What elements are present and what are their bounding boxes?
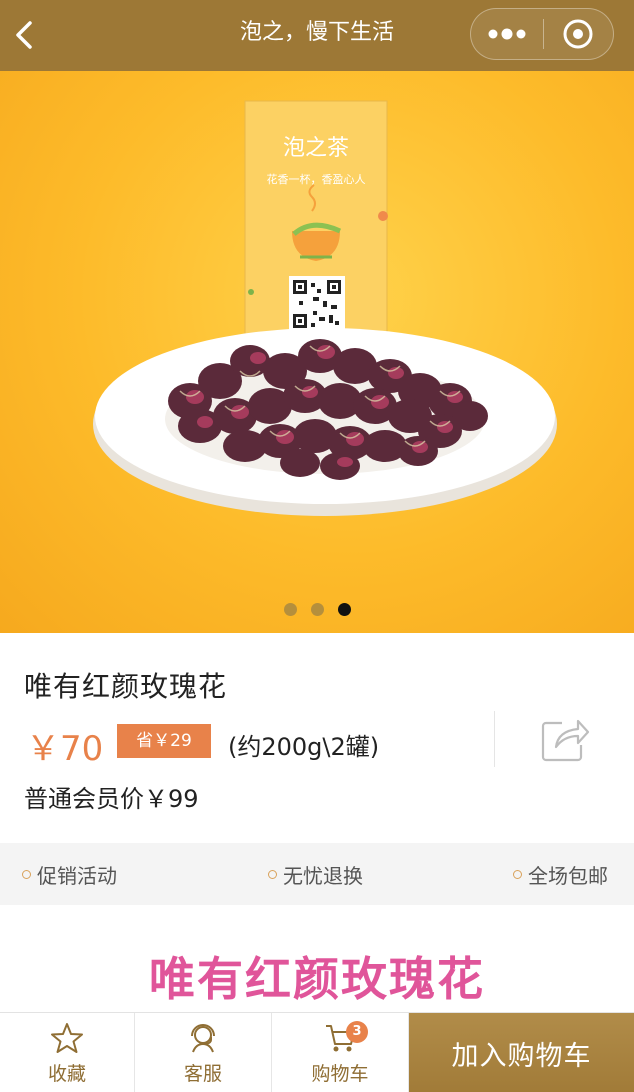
- service-return: 无忧退换: [268, 843, 363, 905]
- detail-title: 唯有红颜玫瑰花: [149, 952, 485, 1006]
- cart-button[interactable]: 3 购物车: [272, 1013, 409, 1092]
- divider: [494, 711, 495, 767]
- service-strip: 促销活动 无忧退换 全场包邮: [0, 843, 634, 905]
- carousel-dot[interactable]: [283, 603, 297, 616]
- product-image-carousel[interactable]: 泡之茶 花香一杯，香盈心人: [0, 71, 634, 633]
- service-label: 促销活动: [37, 863, 117, 888]
- service-shipping: 全场包邮: [513, 843, 608, 905]
- product-price: ￥70: [26, 729, 104, 769]
- nav-bar: 泡之，慢下生活: [0, 0, 634, 71]
- member-price: 普通会员价￥99: [24, 785, 199, 813]
- product-spec: (约200g\2罐): [228, 733, 380, 761]
- carousel-dots: [0, 603, 634, 617]
- cart-count-badge: 3: [346, 1021, 368, 1043]
- product-info: 唯有红颜玫瑰花 ￥70 省￥29 (约200g\2罐) 普通会员价￥99: [0, 633, 634, 843]
- star-icon: [51, 1022, 83, 1053]
- favorite-button[interactable]: 收藏: [0, 1013, 135, 1092]
- package-slogan: 花香一杯，香盈心人: [267, 172, 366, 186]
- more-dots-icon: [488, 28, 526, 40]
- bullet-icon: [268, 869, 277, 879]
- customer-service-icon: [191, 1023, 215, 1052]
- service-label: 全场包邮: [528, 863, 608, 888]
- close-button[interactable]: [544, 9, 614, 59]
- carousel-dot[interactable]: [310, 603, 324, 616]
- service-promo: 促销活动: [22, 843, 117, 905]
- add-to-cart-button[interactable]: 加入购物车: [409, 1013, 634, 1092]
- bullet-icon: [513, 869, 522, 879]
- bottom-action-bar: 收藏 客服 3 购物车 加入购物车: [0, 1012, 634, 1092]
- product-name: 唯有红颜玫瑰花: [24, 670, 228, 703]
- favorite-label: 收藏: [47, 1062, 86, 1085]
- share-button[interactable]: [540, 715, 590, 763]
- carousel-dot-active[interactable]: [337, 603, 351, 616]
- save-badge: 省￥29: [117, 724, 211, 758]
- customer-service-button[interactable]: 客服: [135, 1013, 272, 1092]
- package-brand: 泡之茶: [283, 136, 349, 161]
- bullet-icon: [22, 869, 31, 879]
- cart-label: 购物车: [311, 1062, 369, 1085]
- service-label: 无忧退换: [283, 863, 363, 888]
- target-close-icon: [563, 19, 593, 49]
- service-label: 客服: [183, 1062, 222, 1085]
- product-photo: 泡之茶 花香一杯，香盈心人: [93, 100, 557, 516]
- detail-section: 唯有红颜玫瑰花: [0, 905, 634, 1015]
- mini-program-capsule: [470, 8, 614, 60]
- share-icon: [541, 719, 590, 762]
- more-button[interactable]: [471, 9, 543, 59]
